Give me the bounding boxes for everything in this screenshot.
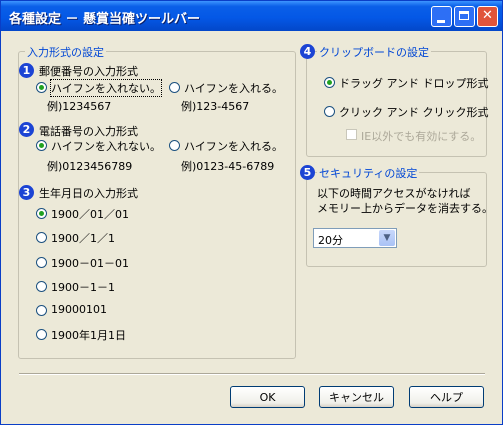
- postal-format-title: 郵便番号の入力形式: [39, 65, 138, 78]
- security-description-line2: メモリー上からデータを消去する。: [317, 202, 493, 215]
- ie-only-label: IE以外でも有効にする。: [361, 130, 482, 143]
- close-icon: ✕: [482, 8, 493, 23]
- clipboard-legend: クリップボードの設定: [317, 44, 431, 60]
- radio-label: 1900／1／1: [51, 232, 115, 245]
- timeout-select[interactable]: 20分 ▼: [313, 228, 397, 248]
- radio-dot: [36, 305, 47, 316]
- radio-label: ハイフンを入れる。: [184, 82, 283, 95]
- radio-label: ドラッグ アンド ドロップ形式: [339, 77, 489, 90]
- radio-dot: [169, 140, 180, 151]
- birthday-format-title: 生年月日の入力形式: [39, 187, 138, 200]
- chevron-down-icon[interactable]: ▼: [379, 230, 395, 246]
- input-format-legend: 入力形式の設定: [25, 44, 106, 60]
- badge-3: 3: [19, 185, 34, 200]
- title-bar[interactable]: 各種設定 － 懸賞当確ツールバー ✕: [1, 1, 502, 31]
- security-legend: セキュリティの設定: [317, 165, 420, 181]
- badge-4: 4: [300, 44, 315, 59]
- radio-dot: [36, 232, 47, 243]
- maximize-button[interactable]: [454, 6, 475, 27]
- badge-2: 2: [19, 122, 34, 137]
- help-button[interactable]: ヘルプ: [409, 386, 484, 408]
- phone-format-title: 電話番号の入力形式: [39, 125, 138, 138]
- timeout-value: 20分: [318, 234, 343, 247]
- radio-label: ハイフンを入れない。: [50, 79, 162, 97]
- radio-label: 19000101: [51, 303, 107, 316]
- radio-label: 1900－1－1: [51, 281, 115, 294]
- close-button[interactable]: ✕: [477, 6, 498, 27]
- ok-button[interactable]: OK: [230, 386, 305, 408]
- radio-dot: [324, 106, 335, 117]
- radio-label: 1900／01／01: [51, 208, 129, 221]
- cancel-button[interactable]: キャンセル: [319, 386, 394, 408]
- radio-label: 1900年1月1日: [51, 329, 126, 342]
- ie-only-checkbox[interactable]: [346, 129, 357, 140]
- radio-dot: [36, 281, 47, 292]
- radio-label: ハイフンを入れる。: [184, 140, 283, 153]
- phone-example-hyphen: 例)0123-45-6789: [181, 160, 275, 173]
- radio-label: 1900－01－01: [51, 257, 129, 270]
- radio-dot: [36, 82, 47, 93]
- radio-label: クリック アンド クリック形式: [339, 106, 489, 119]
- radio-dot: [36, 257, 47, 268]
- postal-example-no-hyphen: 例)1234567: [47, 100, 112, 113]
- settings-dialog: 各種設定 － 懸賞当確ツールバー ✕ 入力形式の設定 1 郵便番号の入力形式 ハ…: [0, 0, 503, 425]
- window-title: 各種設定 － 懸賞当確ツールバー: [9, 12, 201, 27]
- badge-5: 5: [300, 165, 315, 180]
- phone-example-no-hyphen: 例)0123456789: [47, 160, 133, 173]
- maximize-icon: [459, 11, 469, 20]
- postal-example-hyphen: 例)123-4567: [181, 100, 250, 113]
- radio-dot: [36, 329, 47, 340]
- radio-dot: [36, 208, 47, 219]
- radio-dot: [36, 140, 47, 151]
- security-description-line1: 以下の時間アクセスがなければ: [317, 187, 471, 200]
- radio-dot: [169, 82, 180, 93]
- radio-dot: [324, 77, 335, 88]
- minimize-icon: [437, 20, 445, 23]
- minimize-button[interactable]: [431, 6, 452, 27]
- badge-1: 1: [19, 63, 34, 78]
- radio-label: ハイフンを入れない。: [51, 140, 161, 153]
- divider: [19, 373, 485, 375]
